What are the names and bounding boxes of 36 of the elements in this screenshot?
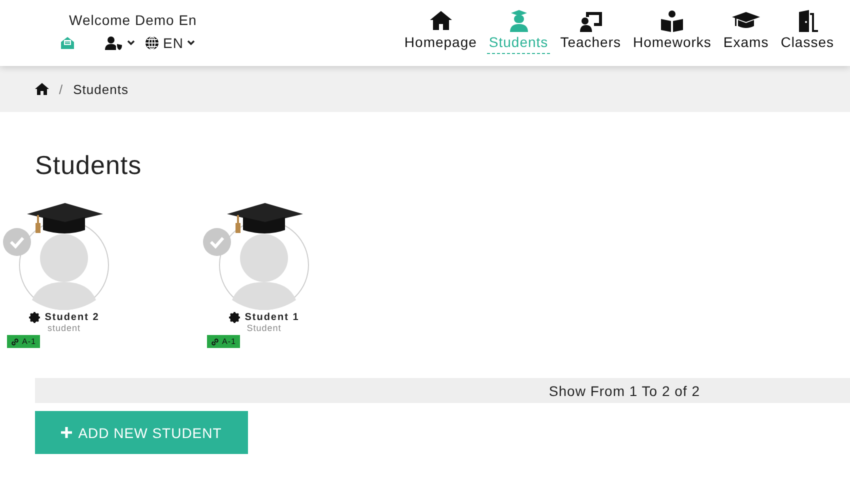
student-name: Student 1 <box>244 312 300 323</box>
nav-item[interactable]: Classes <box>778 10 836 53</box>
student-role: student <box>47 323 81 333</box>
student-avatar-drawing[interactable] <box>3 203 110 311</box>
user-menu[interactable] <box>105 36 135 50</box>
reading-icon <box>661 10 684 32</box>
student-icon <box>508 10 530 32</box>
student-name: Student 2 <box>44 312 100 323</box>
nav-item[interactable]: Homeworks <box>631 10 714 53</box>
user-shield-icon <box>105 36 123 50</box>
plus-icon <box>61 427 72 438</box>
link-icon <box>211 338 219 346</box>
chevron-icon <box>187 40 196 46</box>
link-icon <box>11 338 19 346</box>
door-icon <box>796 10 818 32</box>
nav-item[interactable]: Exams <box>721 10 771 53</box>
nav-item[interactable]: Homepage <box>402 10 479 53</box>
breadcrumb-item: Students <box>73 82 128 96</box>
class-tag[interactable]: A-1 <box>7 335 40 348</box>
home-icon[interactable] <box>35 83 49 95</box>
presenter-icon <box>580 10 602 32</box>
student-avatar-drawing[interactable] <box>203 203 310 311</box>
globe-icon <box>145 36 159 50</box>
student-role: Student <box>246 323 282 333</box>
gear-icon[interactable] <box>228 312 240 323</box>
page-title: Students <box>35 150 143 181</box>
class-tag[interactable]: A-1 <box>207 335 240 348</box>
gear-icon[interactable] <box>28 312 40 323</box>
pagination-text: Show From 1 To 2 of 2 <box>548 382 700 398</box>
welcome-text: Welcome Demo En <box>69 12 197 28</box>
nav-item[interactable]: Teachers <box>558 10 623 53</box>
mail-icon[interactable] <box>60 36 75 50</box>
breadcrumb-separator: / <box>59 82 64 96</box>
chevron-icon <box>127 40 135 46</box>
house-icon <box>430 10 452 32</box>
language-menu[interactable]: EN <box>145 35 196 51</box>
